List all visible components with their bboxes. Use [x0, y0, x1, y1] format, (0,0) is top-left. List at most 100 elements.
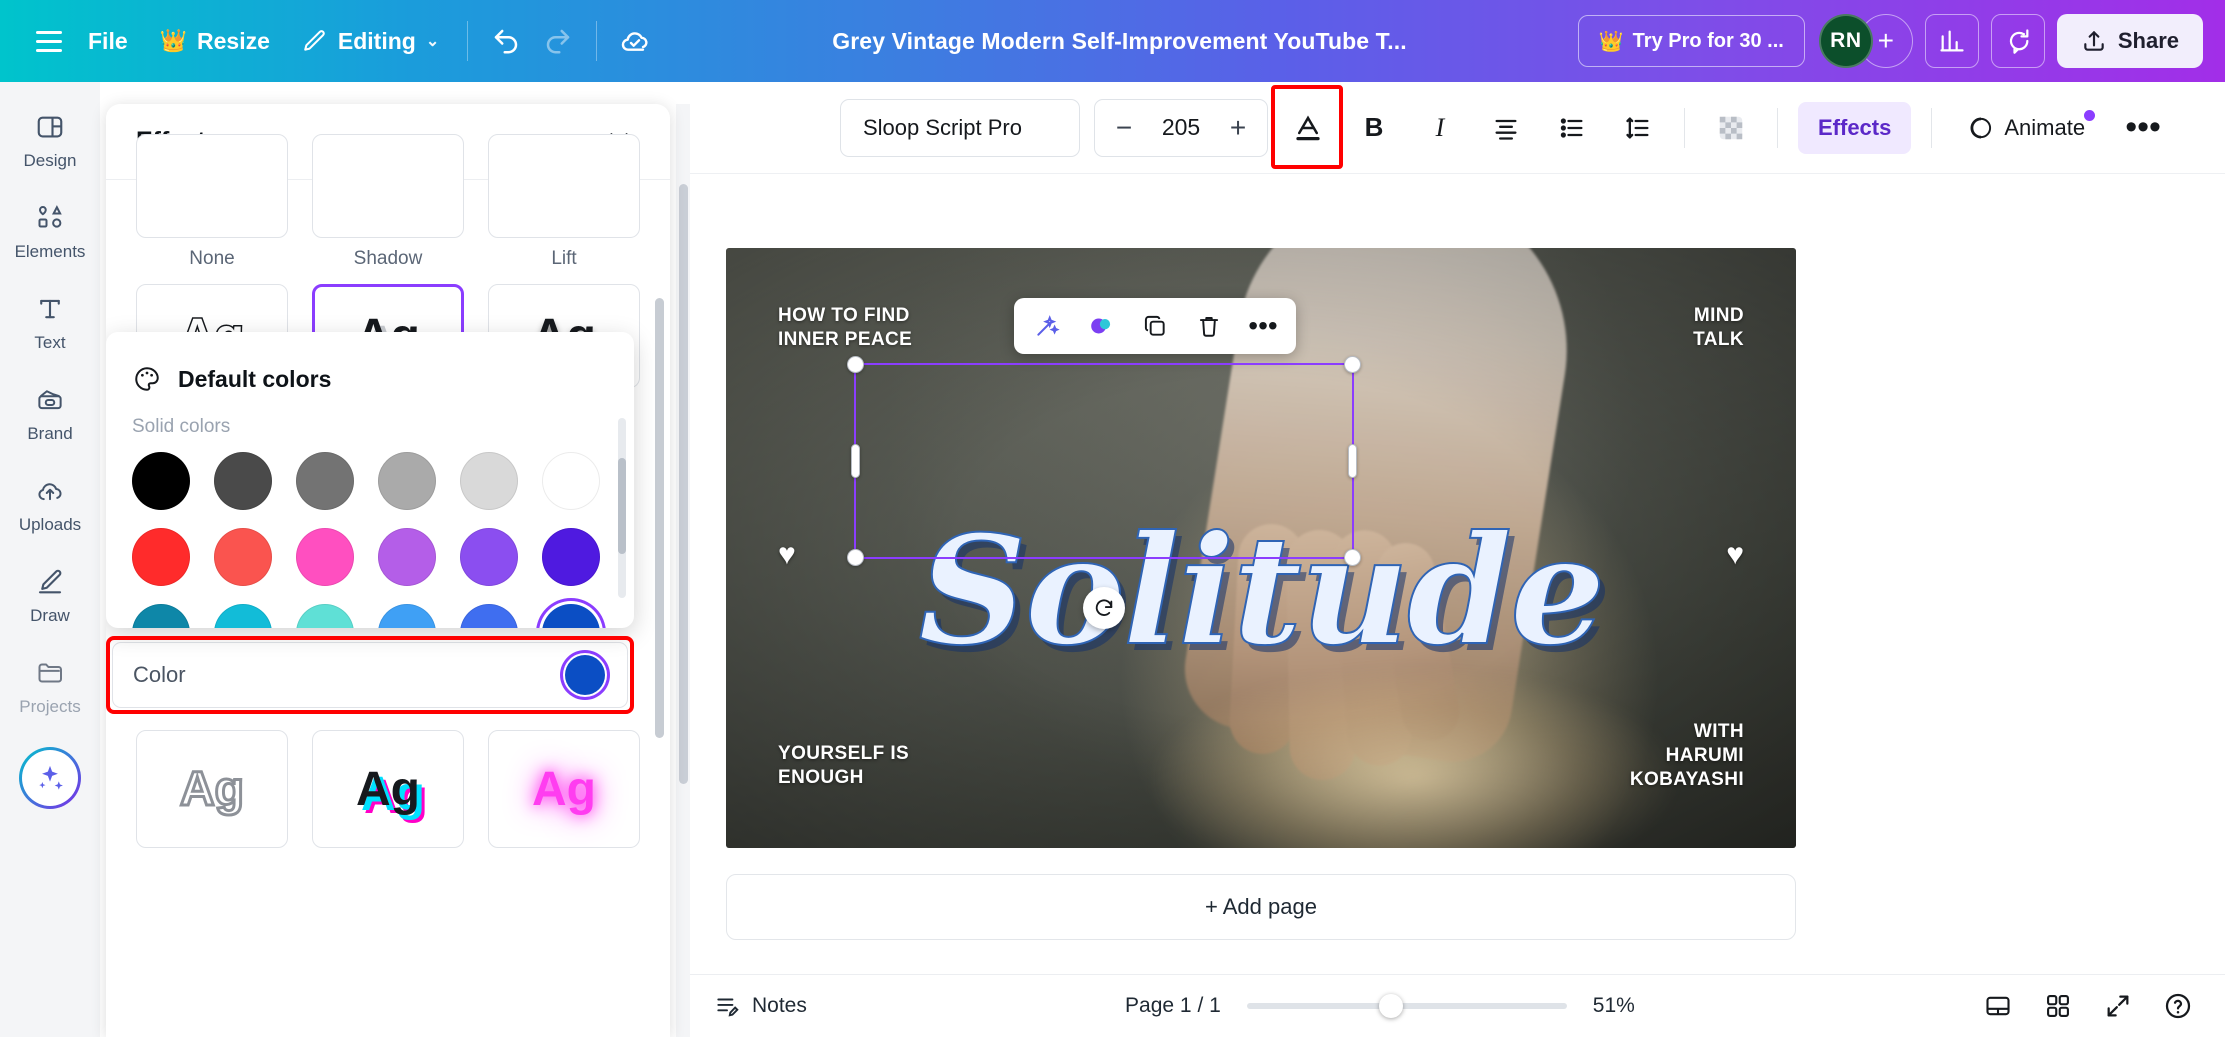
color-swatch-selected[interactable]: [565, 655, 605, 695]
effect-option-curve[interactable]: Ag: [488, 730, 640, 848]
color-swatch[interactable]: [296, 604, 354, 628]
magic-wand-icon[interactable]: [1022, 303, 1072, 349]
resize-handle-top-right[interactable]: [1344, 356, 1361, 373]
text-t-icon: [33, 292, 67, 326]
effect-option-none[interactable]: None: [136, 134, 288, 270]
sidebar-item-draw[interactable]: Draw: [4, 553, 96, 636]
fullscreen-icon[interactable]: [2093, 981, 2143, 1031]
color-swatch[interactable]: [542, 528, 600, 586]
color-swatch[interactable]: [214, 604, 272, 628]
magic-media-icon[interactable]: [1076, 303, 1126, 349]
sidebar-item-design[interactable]: Design: [4, 98, 96, 181]
avatar[interactable]: RN: [1819, 14, 1873, 68]
color-swatch-row: [132, 452, 634, 510]
file-menu-button[interactable]: File: [72, 17, 144, 65]
artboard[interactable]: HOW TO FIND INNER PEACE MIND TALK YOURSE…: [726, 248, 1796, 848]
color-swatch[interactable]: [214, 528, 272, 586]
color-swatch[interactable]: [296, 452, 354, 510]
text-color-button[interactable]: [1282, 102, 1334, 154]
effect-option-shadow[interactable]: Shadow: [312, 134, 464, 270]
effects-panel-scrollbar[interactable]: [655, 218, 664, 918]
resize-handle-bottom-right[interactable]: [1344, 549, 1361, 566]
font-size-increase-button[interactable]: +: [1221, 109, 1255, 147]
sidebar-item-brand[interactable]: Brand: [4, 371, 96, 454]
color-swatch[interactable]: [378, 604, 436, 628]
effects-panel-body: None Shadow Lift Ag Ag: [106, 134, 670, 991]
align-center-icon[interactable]: [1480, 102, 1532, 154]
trash-icon[interactable]: [1184, 303, 1234, 349]
canvas-stage: HOW TO FIND INNER PEACE MIND TALK YOURSE…: [690, 174, 2225, 974]
artboard-text-bottom-right[interactable]: WITH HARUMI KOBAYASHI: [1630, 720, 1744, 792]
color-swatch[interactable]: [460, 604, 518, 628]
grid-view-icon[interactable]: [1973, 981, 2023, 1031]
font-family-selector[interactable]: Sloop Script Pro: [840, 99, 1080, 157]
color-swatch[interactable]: [214, 452, 272, 510]
effect-preview: Ag: [488, 730, 640, 848]
resize-handle-middle-right[interactable]: [1348, 444, 1357, 478]
effect-option-neon[interactable]: Ag: [312, 730, 464, 848]
try-pro-button[interactable]: 👑 Try Pro for 30 ...: [1578, 15, 1805, 67]
animate-button[interactable]: Animate: [1952, 102, 2101, 154]
brand-kit-icon: [33, 383, 67, 417]
rotate-handle-icon[interactable]: [1083, 587, 1125, 629]
document-title[interactable]: Grey Vintage Modern Self-Improvement You…: [814, 28, 1424, 55]
color-swatch[interactable]: [132, 528, 190, 586]
notes-button[interactable]: Notes: [690, 993, 807, 1019]
effect-option-lift[interactable]: Lift: [488, 134, 640, 270]
line-spacing-icon[interactable]: [1612, 102, 1664, 154]
help-question-icon[interactable]: [2153, 981, 2203, 1031]
sidebar-item-projects[interactable]: Projects: [4, 644, 96, 727]
zoom-slider-knob[interactable]: [1379, 994, 1403, 1018]
effect-option-glitch[interactable]: Ag: [136, 730, 288, 848]
comment-icon[interactable]: [1991, 14, 2045, 68]
redo-icon[interactable]: [532, 15, 584, 67]
color-swatch[interactable]: [460, 452, 518, 510]
panel-outer-scrollbar[interactable]: [676, 104, 690, 1037]
cloud-check-icon[interactable]: [609, 15, 661, 67]
scrollbar-thumb[interactable]: [679, 184, 688, 784]
share-button[interactable]: Share: [2057, 14, 2203, 68]
magic-sparkle-icon[interactable]: [19, 747, 81, 809]
zoom-slider[interactable]: [1247, 1003, 1567, 1009]
duplicate-icon[interactable]: [1130, 303, 1180, 349]
sidebar-item-elements[interactable]: Elements: [4, 189, 96, 272]
artboard-text-bottom-left[interactable]: YOURSELF IS ENOUGH: [778, 742, 909, 790]
editing-mode-button[interactable]: Editing ⌄: [286, 17, 455, 65]
color-swatch[interactable]: [132, 604, 190, 628]
sidebar-item-uploads[interactable]: Uploads: [4, 462, 96, 545]
artboard-text-top-left[interactable]: HOW TO FIND INNER PEACE: [778, 304, 912, 352]
bottom-bar-center: Page 1 / 1 51%: [807, 994, 1973, 1018]
sidebar-item-text[interactable]: Text: [4, 280, 96, 363]
add-page-button[interactable]: + Add page: [726, 874, 1796, 940]
page-indicator: Page 1 / 1: [1125, 994, 1221, 1018]
color-swatch[interactable]: [460, 528, 518, 586]
transparency-checker-icon[interactable]: [1705, 102, 1757, 154]
zoom-level[interactable]: 51%: [1593, 994, 1655, 1018]
bar-chart-icon[interactable]: [1925, 14, 1979, 68]
font-size-input[interactable]: 205: [1145, 114, 1217, 141]
color-swatch[interactable]: [296, 528, 354, 586]
font-size-decrease-button[interactable]: −: [1107, 109, 1141, 147]
more-options-button[interactable]: •••: [2115, 102, 2171, 154]
color-field[interactable]: Color: [112, 642, 628, 708]
bullet-list-icon[interactable]: [1546, 102, 1598, 154]
color-swatch[interactable]: [378, 528, 436, 586]
selection-frame[interactable]: [854, 363, 1354, 559]
resize-handle-bottom-left[interactable]: [847, 549, 864, 566]
color-swatch[interactable]: [132, 452, 190, 510]
thumbnails-icon[interactable]: [2033, 981, 2083, 1031]
popover-scrollbar[interactable]: [618, 418, 626, 598]
effects-button[interactable]: Effects: [1798, 102, 1911, 154]
italic-button[interactable]: I: [1414, 102, 1466, 154]
resize-handle-middle-left[interactable]: [851, 444, 860, 478]
resize-handle-top-left[interactable]: [847, 356, 864, 373]
color-swatch[interactable]: [378, 452, 436, 510]
undo-icon[interactable]: [480, 15, 532, 67]
color-swatch[interactable]: [542, 452, 600, 510]
artboard-text-top-right[interactable]: MIND TALK: [1693, 304, 1744, 352]
resize-button[interactable]: 👑 Resize: [144, 17, 286, 65]
hamburger-icon[interactable]: [26, 18, 72, 64]
bold-button[interactable]: B: [1348, 102, 1400, 154]
color-swatch[interactable]: [542, 604, 600, 628]
more-dots-icon[interactable]: •••: [1238, 303, 1288, 349]
